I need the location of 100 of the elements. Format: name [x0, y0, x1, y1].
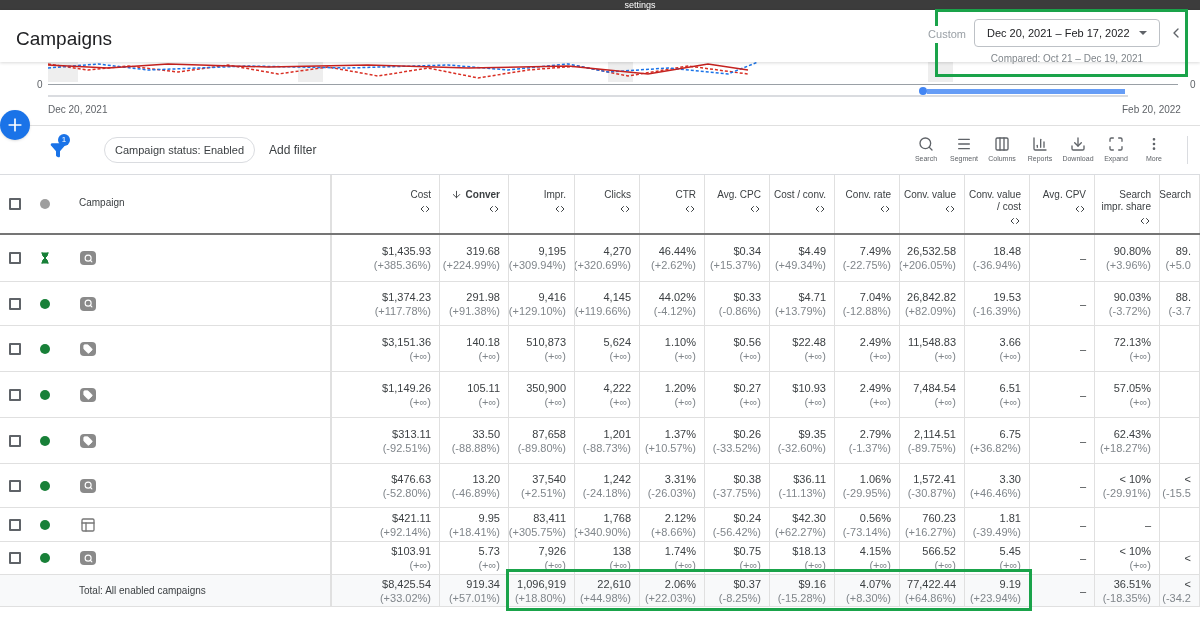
- sort-toggle-icon[interactable]: [1139, 215, 1151, 227]
- metric-value: 22,610: [597, 576, 631, 591]
- metric-value: 510,873: [526, 334, 566, 349]
- metric-change: (+∞): [409, 558, 431, 572]
- sort-toggle-icon[interactable]: [619, 203, 631, 215]
- metric-change: (+23.94%): [969, 590, 1021, 605]
- metric-change: (-24.18%): [582, 485, 631, 500]
- column-header[interactable]: Conv. rate: [845, 189, 891, 201]
- column-header[interactable]: Avg. CPV: [1042, 189, 1086, 201]
- metric-change: (+5.0: [1165, 258, 1191, 272]
- row-checkbox[interactable]: [9, 388, 21, 401]
- column-header[interactable]: CTR: [675, 189, 696, 201]
- metric-value: $0.33: [733, 289, 761, 304]
- metric-value: –: [1079, 551, 1086, 565]
- column-header[interactable]: Clicks: [604, 189, 631, 201]
- sort-toggle-icon[interactable]: [488, 203, 500, 215]
- sort-toggle-icon[interactable]: [814, 203, 826, 215]
- column-header[interactable]: Campaign: [79, 197, 125, 208]
- row-checkbox[interactable]: [9, 552, 21, 564]
- metric-change: (-11.13%): [778, 485, 826, 500]
- metric-change: (+320.69%): [575, 258, 631, 272]
- metric-value: $4.71: [798, 289, 826, 304]
- metric-change: (+33.02%): [379, 590, 431, 605]
- column-header[interactable]: Conv. value / cost: [965, 189, 1021, 213]
- column-header[interactable]: Conv. value: [903, 189, 956, 201]
- metric-value: 1.20%: [664, 380, 696, 395]
- date-range-dropdown[interactable]: Dec 20, 2021 – Feb 17, 2022: [974, 19, 1160, 47]
- sort-toggle-icon[interactable]: [879, 203, 891, 215]
- metric-value: 5,624: [603, 334, 631, 349]
- metric-value: $3,151.36: [382, 334, 431, 349]
- metric-value: < 10%: [1119, 471, 1151, 486]
- sort-toggle-icon[interactable]: [944, 203, 956, 215]
- select-all-checkbox[interactable]: [9, 198, 21, 210]
- metric-value: 2.79%: [859, 426, 891, 441]
- metric-change: (+92.14%): [379, 524, 431, 539]
- row-checkbox[interactable]: [9, 518, 21, 531]
- metric-change: (-26.03%): [647, 485, 696, 500]
- add-filter-button[interactable]: Add filter: [269, 141, 317, 159]
- metric-change: (-56.42%): [712, 524, 761, 539]
- metric-change: (+49.34%): [774, 258, 826, 272]
- metric-value: $0.37: [733, 576, 761, 591]
- metric-value: 88.: [1175, 289, 1191, 304]
- axis-label: 0: [37, 78, 43, 92]
- metric-change: (+119.66%): [575, 303, 631, 318]
- metric-change: (-16.39%): [972, 303, 1021, 318]
- metric-change: (+∞): [478, 558, 500, 572]
- row-checkbox[interactable]: [9, 252, 21, 264]
- row-checkbox[interactable]: [9, 434, 21, 447]
- metric-value: 83,411: [533, 510, 566, 525]
- metric-change: (-37.75%): [712, 485, 761, 500]
- metric-value: $0.38: [733, 471, 761, 486]
- column-header[interactable]: Avg. CPC: [717, 189, 761, 201]
- column-header[interactable]: Search: [1160, 189, 1191, 201]
- metric-change: (+15.37%): [709, 258, 761, 272]
- metric-value: 2.49%: [859, 334, 891, 349]
- sort-toggle-icon[interactable]: [749, 203, 761, 215]
- metric-value: $1,149.26: [382, 380, 431, 395]
- metric-value: <: [1184, 576, 1191, 591]
- metric-change: (-1.37%): [848, 440, 891, 455]
- metric-value: 90.03%: [1113, 289, 1151, 304]
- metric-change: (+∞): [804, 394, 826, 409]
- hourglass-icon: [39, 252, 51, 264]
- metric-change: (-3.72%): [1108, 303, 1151, 318]
- metric-value: 7,484.54: [913, 380, 956, 395]
- metric-value: 2.12%: [664, 510, 696, 525]
- metric-change: (+129.10%): [509, 303, 566, 318]
- row-checkbox[interactable]: [9, 297, 21, 310]
- column-header[interactable]: Search impr. share: [1095, 189, 1151, 213]
- end-date: Feb 20, 2022: [1122, 103, 1181, 117]
- sort-toggle-icon[interactable]: [419, 203, 431, 215]
- metric-value: 1,201: [603, 426, 631, 441]
- range-scrubber[interactable]: [919, 87, 1125, 95]
- metric-value: 1,242: [603, 471, 631, 486]
- metric-value: 11,548.83: [907, 334, 956, 349]
- metric-value: 6.75: [999, 426, 1021, 441]
- metric-change: (+∞): [739, 348, 761, 363]
- metric-value: 319.68: [466, 244, 500, 258]
- metric-change: (+10.57%): [644, 440, 696, 455]
- row-checkbox[interactable]: [9, 342, 21, 355]
- sort-toggle-icon[interactable]: [1074, 203, 1086, 215]
- column-header[interactable]: Cost: [410, 189, 431, 201]
- metric-change: (+62.27%): [774, 524, 826, 539]
- sort-toggle-icon[interactable]: [554, 203, 566, 215]
- metric-change: (-52.80%): [382, 485, 431, 500]
- metric-value: 105.11: [467, 380, 500, 395]
- sort-toggle-icon[interactable]: [684, 203, 696, 215]
- row-checkbox[interactable]: [9, 479, 21, 492]
- metric-value: 4,222: [603, 380, 631, 395]
- range-label: Custom: [928, 26, 966, 43]
- sort-toggle-icon[interactable]: [1009, 215, 1021, 227]
- column-header[interactable]: Conver: [450, 189, 500, 201]
- metric-change: (-36.94%): [972, 258, 1021, 272]
- metric-change: (-88.73%): [582, 440, 631, 455]
- add-button[interactable]: [0, 110, 30, 140]
- metric-value: 4.07%: [859, 576, 891, 591]
- compared-range: Compared: Oct 21 – Dec 19, 2021: [990, 52, 1144, 66]
- column-header[interactable]: Cost / conv.: [773, 189, 826, 201]
- column-header[interactable]: Impr.: [543, 189, 566, 201]
- metric-change: (-15.5: [1162, 485, 1191, 500]
- metric-value: 13.20: [472, 471, 500, 486]
